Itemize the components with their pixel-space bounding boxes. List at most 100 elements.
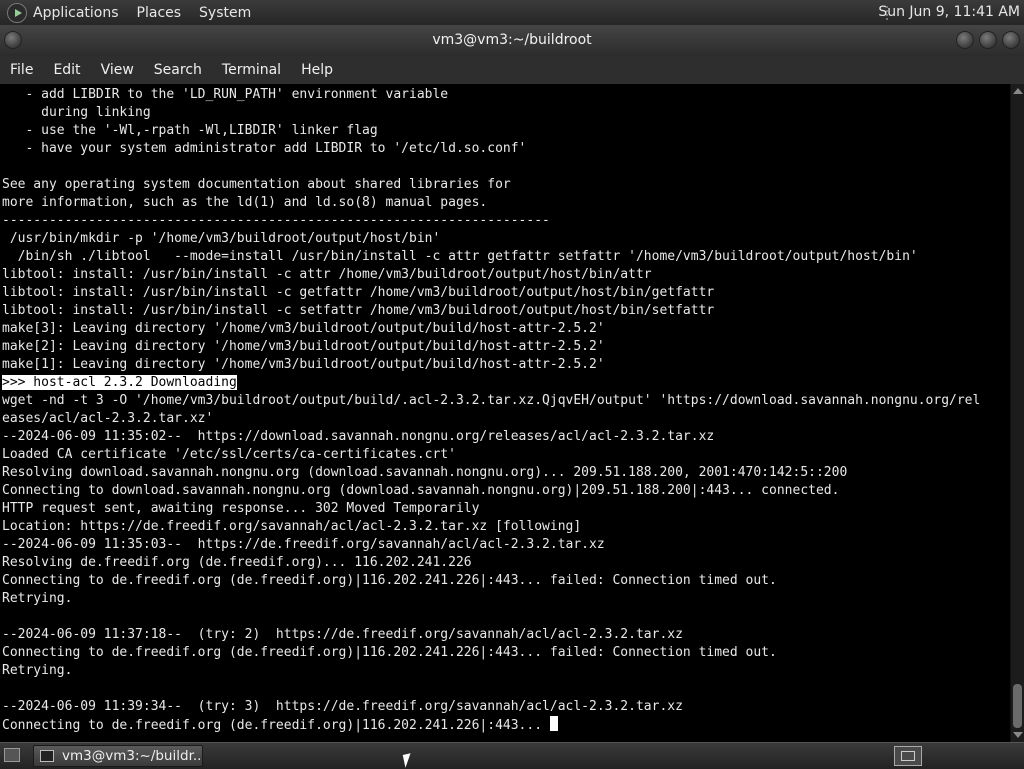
maximize-button[interactable]: [979, 31, 997, 49]
terminal-line: Retrying.: [2, 662, 1010, 680]
terminal-line: ----------------------------------------…: [2, 212, 1010, 230]
terminal-line: Connecting to de.freedif.org (de.freedif…: [2, 716, 1010, 734]
terminal-line: >>> host-acl 2.3.2 Downloading: [2, 374, 1010, 392]
terminal-line: --2024-06-09 11:35:02-- https://download…: [2, 428, 1010, 446]
terminal-line: --2024-06-09 11:39:34-- (try: 3) https:/…: [2, 698, 1010, 716]
terminal-line-text: make[1]: Leaving directory '/home/vm3/bu…: [2, 357, 605, 372]
terminal-line: more information, such as the ld(1) and …: [2, 194, 1010, 212]
distro-logo-icon[interactable]: [7, 2, 27, 23]
terminal-line: Connecting to de.freedif.org (de.freedif…: [2, 572, 1010, 590]
terminal-line: eases/acl/acl-2.3.2.tar.xz': [2, 410, 1010, 428]
terminal-line-text: ----------------------------------------…: [2, 213, 550, 228]
terminal-line-text: >>> host-acl 2.3.2 Downloading: [2, 375, 237, 390]
menu-places[interactable]: Places: [137, 5, 182, 21]
terminal-line-text: Resolving de.freedif.org (de.freedif.org…: [2, 555, 472, 570]
terminal-line-text: See any operating system documentation a…: [2, 177, 511, 192]
menu-applications[interactable]: Applications: [33, 5, 119, 21]
menu-view[interactable]: View: [91, 62, 144, 78]
terminal-line: /usr/bin/mkdir -p '/home/vm3/buildroot/o…: [2, 230, 1010, 248]
scroll-down-icon[interactable]: [1013, 732, 1023, 738]
terminal-line-text: Connecting to de.freedif.org (de.freedif…: [2, 718, 550, 733]
terminal-line-text: /usr/bin/mkdir -p '/home/vm3/buildroot/o…: [2, 231, 441, 246]
terminal-line: Resolving de.freedif.org (de.freedif.org…: [2, 554, 1010, 572]
terminal-line-text: Retrying.: [2, 663, 73, 678]
terminal-line-text: --2024-06-09 11:37:18-- (try: 2) https:/…: [2, 627, 683, 642]
terminal-menubar: File Edit View Search Terminal Help: [0, 56, 1024, 85]
terminal-line-text: Location: https://de.freedif.org/savanna…: [2, 519, 582, 534]
text-cursor: [549, 716, 558, 731]
terminal-line: --2024-06-09 11:37:18-- (try: 2) https:/…: [2, 626, 1010, 644]
terminal-line-text: during linking: [2, 105, 151, 120]
terminal-line-text: - use the '-Wl,-rpath -Wl,LIBDIR' linker…: [2, 123, 378, 138]
terminal-line: - have your system administrator add LIB…: [2, 140, 1010, 158]
terminal-line-text: Connecting to de.freedif.org (de.freedif…: [2, 573, 777, 588]
terminal-line-text: HTTP request sent, awaiting response... …: [2, 501, 480, 516]
scrollbar-thumb[interactable]: [1013, 684, 1022, 728]
terminal-line-text: Connecting to download.savannah.nongnu.o…: [2, 483, 840, 498]
clock[interactable]: Sun Jun 9, 11:41 AM: [878, 4, 1020, 20]
terminal-line-text: /bin/sh ./libtool --mode=install /usr/bi…: [2, 249, 918, 264]
menu-help[interactable]: Help: [291, 62, 343, 78]
terminal-line: wget -nd -t 3 -O '/home/vm3/buildroot/ou…: [2, 392, 1010, 410]
show-desktop-icon[interactable]: [4, 748, 20, 762]
terminal-line-text: eases/acl/acl-2.3.2.tar.xz': [2, 411, 214, 426]
terminal-line: make[2]: Leaving directory '/home/vm3/bu…: [2, 338, 1010, 356]
terminal-line: Location: https://de.freedif.org/savanna…: [2, 518, 1010, 536]
bottom-panel: vm3@vm3:~/buildr...: [0, 742, 1024, 769]
terminal-line-text: Retrying.: [2, 591, 73, 606]
terminal-line: Connecting to de.freedif.org (de.freedif…: [2, 644, 1010, 662]
terminal-line: HTTP request sent, awaiting response... …: [2, 500, 1010, 518]
terminal-line-text: Connecting to de.freedif.org (de.freedif…: [2, 645, 777, 660]
terminal-line-text: libtool: install: /usr/bin/install -c ge…: [2, 285, 715, 300]
close-button[interactable]: [1002, 31, 1020, 49]
terminal-line: during linking: [2, 104, 1010, 122]
terminal-line: libtool: install: /usr/bin/install -c se…: [2, 302, 1010, 320]
terminal-line: Connecting to download.savannah.nongnu.o…: [2, 482, 1010, 500]
terminal-line-text: libtool: install: /usr/bin/install -c at…: [2, 267, 652, 282]
terminal-line: See any operating system documentation a…: [2, 176, 1010, 194]
menu-system[interactable]: System: [199, 5, 251, 21]
workspace-icon: [901, 751, 915, 761]
terminal-lines: - add LIBDIR to the 'LD_RUN_PATH' enviro…: [0, 84, 1010, 734]
minimize-button[interactable]: [956, 31, 974, 49]
terminal-line: - add LIBDIR to the 'LD_RUN_PATH' enviro…: [2, 86, 1010, 104]
terminal-line-text: libtool: install: /usr/bin/install -c se…: [2, 303, 715, 318]
terminal-output[interactable]: - add LIBDIR to the 'LD_RUN_PATH' enviro…: [0, 84, 1010, 742]
terminal-line: Resolving download.savannah.nongnu.org (…: [2, 464, 1010, 482]
terminal-line-text: make[2]: Leaving directory '/home/vm3/bu…: [2, 339, 605, 354]
terminal-line: Retrying.: [2, 590, 1010, 608]
terminal-line-text: --2024-06-09 11:35:02-- https://download…: [2, 429, 715, 444]
vertical-scrollbar[interactable]: [1010, 84, 1024, 742]
terminal-line: - use the '-Wl,-rpath -Wl,LIBDIR' linker…: [2, 122, 1010, 140]
terminal-line: Loaded CA certificate '/etc/ssl/certs/ca…: [2, 446, 1010, 464]
terminal-line-text: more information, such as the ld(1) and …: [2, 195, 488, 210]
terminal-line: make[1]: Leaving directory '/home/vm3/bu…: [2, 356, 1010, 374]
terminal-line-text: make[3]: Leaving directory '/home/vm3/bu…: [2, 321, 605, 336]
terminal-line: --2024-06-09 11:35:03-- https://de.freed…: [2, 536, 1010, 554]
terminal-line-text: --2024-06-09 11:39:34-- (try: 3) https:/…: [2, 699, 683, 714]
terminal-line: make[3]: Leaving directory '/home/vm3/bu…: [2, 320, 1010, 338]
scroll-up-icon[interactable]: [1013, 88, 1023, 94]
terminal-line: /bin/sh ./libtool --mode=install /usr/bi…: [2, 248, 1010, 266]
terminal-line: libtool: install: /usr/bin/install -c ge…: [2, 284, 1010, 302]
window-menu-icon[interactable]: [4, 31, 22, 49]
terminal-line: libtool: install: /usr/bin/install -c at…: [2, 266, 1010, 284]
terminal-icon: [40, 750, 54, 762]
window-title: vm3@vm3:~/buildroot: [432, 32, 592, 48]
top-panel: Applications Places System Sun Jun 9, 11…: [0, 0, 1024, 25]
menu-search[interactable]: Search: [144, 62, 212, 78]
workspace-switcher[interactable]: [894, 746, 922, 766]
taskbar-window-button[interactable]: vm3@vm3:~/buildr...: [33, 745, 203, 767]
menu-file[interactable]: File: [0, 62, 43, 78]
menu-terminal[interactable]: Terminal: [212, 62, 291, 78]
terminal-line-text: Loaded CA certificate '/etc/ssl/certs/ca…: [2, 447, 456, 462]
terminal-line-text: --2024-06-09 11:35:03-- https://de.freed…: [2, 537, 605, 552]
terminal-line-text: - have your system administrator add LIB…: [2, 141, 527, 156]
terminal-line-text: wget -nd -t 3 -O '/home/vm3/buildroot/ou…: [2, 393, 981, 408]
window-titlebar[interactable]: vm3@vm3:~/buildroot: [0, 25, 1024, 56]
menu-edit[interactable]: Edit: [43, 62, 90, 78]
terminal-line-text: Resolving download.savannah.nongnu.org (…: [2, 465, 848, 480]
